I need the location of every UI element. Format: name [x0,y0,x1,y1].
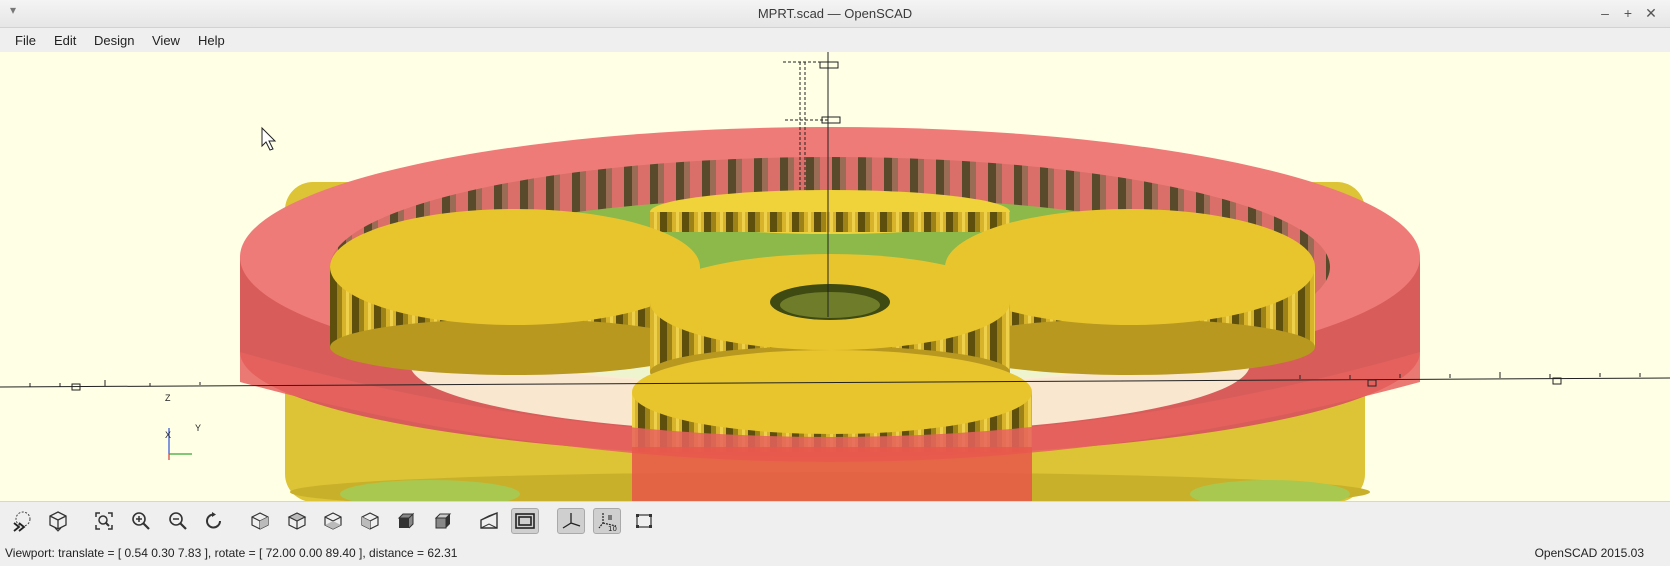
perspective-button[interactable] [475,508,503,534]
axis-label-z: Z [165,393,171,403]
zoom-out-button[interactable] [164,508,192,534]
menu-help[interactable]: Help [195,31,228,50]
title-bar: ▾ MPRT.scad — OpenSCAD – + ✕ [0,0,1670,28]
orthogonal-button[interactable] [511,508,539,534]
render-preview-button[interactable] [8,508,36,534]
zoom-in-icon [132,512,150,530]
scale-markers-icon: 10 [598,513,617,532]
axis-indicator [168,428,192,460]
edges-icon [636,514,652,528]
view-bottom-button[interactable] [319,508,347,534]
3d-viewport[interactable]: Z Y X [0,52,1670,501]
view-top-icon [287,512,307,530]
axes-icon [562,513,581,529]
view-front-button[interactable] [392,508,420,534]
planet-gear-left [330,209,700,375]
svg-text:10: 10 [608,525,617,532]
axis-label-y: Y [195,423,202,433]
mouse-cursor [261,126,277,151]
view-top-button[interactable] [283,508,311,534]
axis-label-x: X [165,430,172,440]
view-right-icon [251,512,269,530]
rendered-model [0,52,1670,501]
menu-file[interactable]: File [12,31,39,50]
orthogonal-icon [515,513,535,529]
window-title: MPRT.scad — OpenSCAD [757,6,913,21]
minimize-button[interactable]: – [1596,4,1614,22]
zoom-out-icon [169,512,187,530]
view-all-icon [95,512,113,530]
view-back-icon [434,513,452,529]
menu-bar: File Edit Design View Help [0,28,1670,52]
view-back-button[interactable] [429,508,457,534]
view-front-icon [397,512,415,529]
view-left-button[interactable] [356,508,384,534]
render-button[interactable] [44,508,72,534]
show-axes-button[interactable] [557,508,585,534]
preview-icon [13,511,31,532]
view-all-button[interactable] [90,508,118,534]
view-bottom-icon [324,512,342,530]
show-scale-button[interactable]: 10 [593,508,621,534]
view-left-icon [361,512,379,530]
version-label: OpenSCAD 2015.03 [1534,546,1644,560]
show-edges-button[interactable] [630,508,658,534]
view-toolbar: 10 [0,501,1670,540]
perspective-icon [480,511,498,529]
menu-view[interactable]: View [149,31,183,50]
viewport-status: Viewport: translate = [ 0.54 0.30 7.83 ]… [5,546,458,560]
maximize-button[interactable]: + [1619,4,1637,22]
status-bar: Viewport: translate = [ 0.54 0.30 7.83 ]… [0,540,1670,566]
close-button[interactable]: ✕ [1642,4,1660,22]
reset-view-button[interactable] [200,508,228,534]
reset-view-icon [206,512,221,529]
menu-design[interactable]: Design [91,31,137,50]
render-cube-icon [49,511,67,532]
menu-edit[interactable]: Edit [51,31,79,50]
zoom-in-button[interactable] [127,508,155,534]
view-right-button[interactable] [246,508,274,534]
